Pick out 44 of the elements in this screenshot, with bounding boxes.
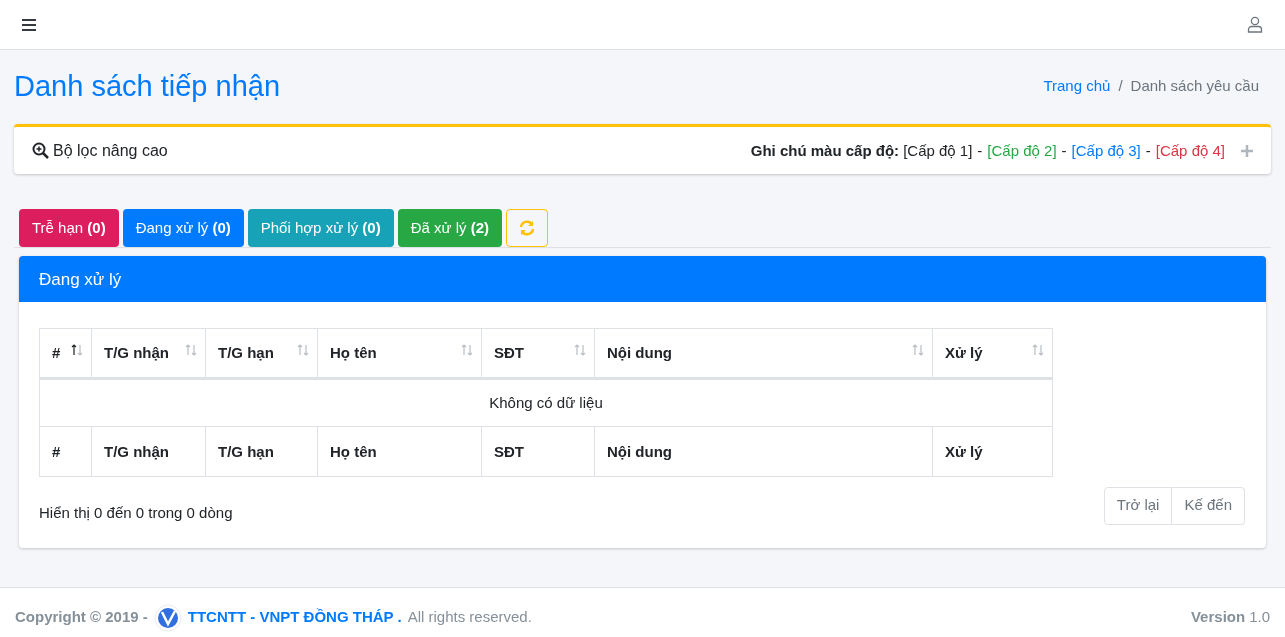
column-header: T/G nhận: [91, 426, 206, 477]
column-header[interactable]: T/G hạn: [205, 328, 318, 379]
column-header[interactable]: Nội dung: [594, 328, 933, 379]
level-legend: [Cấp độ 3]: [1071, 139, 1141, 162]
user-icon[interactable]: [1247, 16, 1263, 33]
column-header[interactable]: T/G nhận: [91, 328, 206, 379]
level-legend: [Cấp độ 4]: [1155, 139, 1225, 162]
column-header: T/G hạn: [205, 426, 318, 477]
column-header[interactable]: SĐT: [481, 328, 595, 379]
empty-message: Không có dữ liệu: [39, 378, 1053, 427]
column-header[interactable]: Xử lý: [932, 328, 1053, 379]
legend-separator: -: [976, 140, 984, 161]
level-legend: [Cấp độ 1]: [903, 139, 973, 162]
search-icon: [32, 142, 49, 160]
breadcrumb-separator: /: [1117, 75, 1124, 96]
column-header: Họ tên: [317, 426, 482, 477]
column-header: Nội dung: [594, 426, 933, 477]
pagination-button[interactable]: Trở lại: [1103, 486, 1173, 525]
version-label: Version: [1190, 607, 1246, 628]
menu-icon[interactable]: [22, 18, 36, 31]
status-tab[interactable]: Đang xử lý (0): [122, 209, 244, 248]
column-header[interactable]: Họ tên: [317, 328, 482, 379]
panel-header: Đang xử lý: [19, 256, 1266, 303]
version-number: 1.0: [1249, 607, 1270, 628]
copyright-text: Copyright © 2019 -: [15, 607, 148, 628]
breadcrumb-link[interactable]: Trang chủ: [1043, 74, 1111, 98]
column-header: #: [39, 426, 92, 477]
organization-link[interactable]: TTCNTT - VNPT ĐỒNG THÁP .: [187, 606, 402, 629]
legend-separator: -: [1060, 140, 1068, 161]
column-header: Xử lý: [932, 426, 1053, 477]
legend-separator: -: [1144, 140, 1152, 161]
logo-icon: [153, 603, 182, 632]
column-header[interactable]: #: [39, 328, 92, 379]
breadcrumb-current: Danh sách yêu cầu: [1130, 75, 1259, 96]
status-tab[interactable]: Trễ hạn (0): [19, 209, 119, 248]
page-title: Danh sách tiếp nhận: [14, 69, 281, 104]
table-info: Hiển thị 0 đến 0 trong 0 dòng: [39, 503, 233, 524]
column-header: SĐT: [481, 426, 595, 477]
legend-label: Ghi chú màu cấp độ:: [750, 140, 900, 161]
filter-toggle[interactable]: Bộ lọc nâng cao: [53, 138, 168, 163]
refresh-icon: [518, 220, 537, 237]
pagination-button[interactable]: Kế đến: [1172, 486, 1245, 525]
level-legend: [Cấp độ 2]: [987, 139, 1057, 162]
rights-text: All rights reserved.: [407, 607, 532, 628]
